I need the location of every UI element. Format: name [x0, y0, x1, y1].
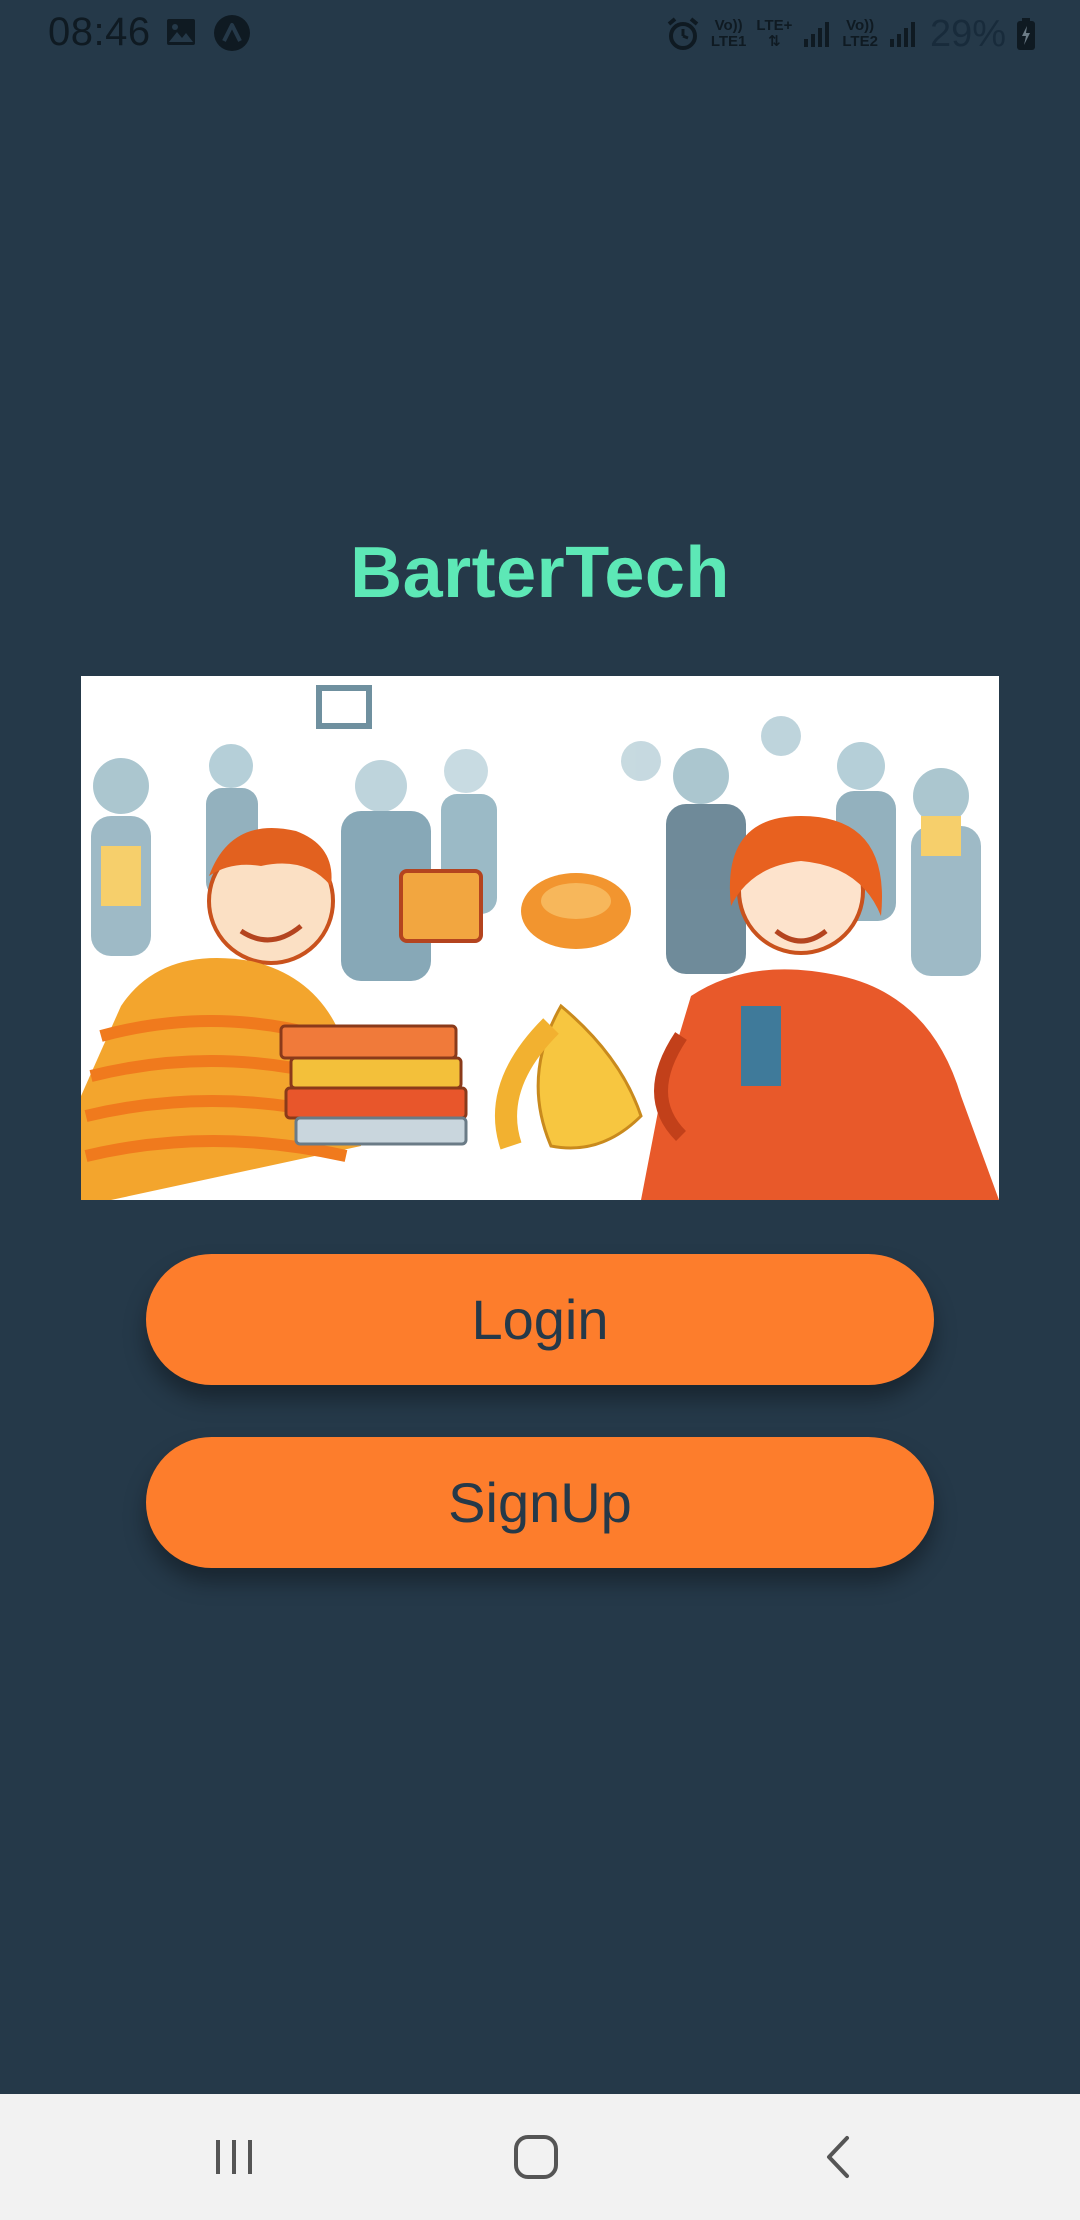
home-icon — [514, 2135, 558, 2179]
recents-button[interactable] — [199, 2124, 269, 2190]
app-screen: 08:46 Vo)) LTE1 LTE+ ⇅ Vo)) LTE2 29% Bar… — [0, 0, 1080, 2220]
app-notification-icon — [214, 15, 250, 51]
gallery-icon — [167, 19, 195, 45]
sim1-label: Vo)) LTE1 — [710, 17, 747, 50]
sim2-label: Vo)) LTE2 — [842, 17, 878, 50]
signal-icon — [804, 22, 830, 47]
sim1-tech: LTE+ ⇅ — [756, 17, 793, 50]
signal-icon — [889, 22, 915, 47]
back-button[interactable] — [803, 2124, 873, 2190]
system-nav-bar — [0, 2094, 1080, 2220]
app-title: BarterTech — [350, 533, 730, 613]
status-bar: 08:46 Vo)) LTE1 LTE+ ⇅ Vo)) LTE2 29% — [0, 0, 1080, 68]
battery-percent: 29% — [929, 12, 1006, 55]
status-icons: Vo)) LTE1 LTE+ ⇅ Vo)) LTE2 29% — [665, 12, 1036, 56]
status-time: 08:46 — [48, 10, 151, 54]
recents-icon — [216, 2140, 252, 2174]
alarm-icon — [667, 17, 699, 50]
signup-button[interactable]: SignUp — [146, 1437, 934, 1568]
battery-icon — [1017, 18, 1035, 50]
barter-illustration — [81, 676, 999, 1200]
back-icon — [827, 2136, 849, 2178]
home-button[interactable] — [501, 2124, 571, 2190]
login-button[interactable]: Login — [146, 1254, 934, 1385]
data-arrows-icon: ⇅ — [768, 33, 781, 50]
hero-image — [81, 676, 999, 1200]
